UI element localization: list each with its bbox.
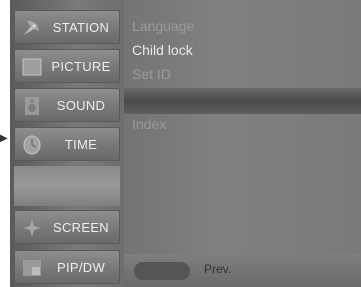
footer-bar: Prev. xyxy=(124,254,361,287)
prev-button[interactable] xyxy=(134,262,190,280)
screen-icon xyxy=(23,219,41,237)
option-set-id[interactable]: Set ID xyxy=(132,66,171,82)
prev-label: Prev. xyxy=(204,262,232,276)
selection-highlight-bar xyxy=(124,88,361,114)
option-language[interactable]: Language xyxy=(132,18,194,34)
clock-icon xyxy=(23,135,41,155)
menu-item-label: SCREEN xyxy=(53,219,109,235)
pointer-arrow-icon: ▶ xyxy=(0,133,8,144)
option-child-lock[interactable]: Child lock xyxy=(132,42,193,58)
menu-item-label: STATION xyxy=(52,19,110,35)
osd-menu: STATION PICTURE SOUND TIME SCREEN PIP/DW… xyxy=(10,0,361,287)
sound-icon xyxy=(25,97,39,115)
menu-item-station[interactable]: STATION xyxy=(14,10,120,44)
submenu-panel: Language Child lock Set ID Index Prev. xyxy=(124,0,361,287)
option-index[interactable]: Index xyxy=(132,116,166,132)
pip-icon xyxy=(23,260,41,276)
menu-item-screen[interactable]: SCREEN xyxy=(14,210,120,244)
menu-item-picture[interactable]: PICTURE xyxy=(14,49,120,83)
menu-item-label: PIP/DW xyxy=(56,259,106,275)
menu-spacer xyxy=(14,166,120,206)
menu-item-label: TIME xyxy=(64,136,98,152)
main-menu-column: STATION PICTURE SOUND TIME SCREEN PIP/DW xyxy=(10,0,124,287)
menu-item-pip-dw[interactable]: PIP/DW xyxy=(14,250,120,284)
menu-item-label: PICTURE xyxy=(51,58,111,74)
menu-item-sound[interactable]: SOUND xyxy=(14,88,120,122)
menu-item-time[interactable]: TIME xyxy=(14,127,120,161)
menu-item-label: SOUND xyxy=(56,97,106,113)
picture-icon xyxy=(22,58,42,76)
satellite-dish-icon xyxy=(24,20,39,35)
